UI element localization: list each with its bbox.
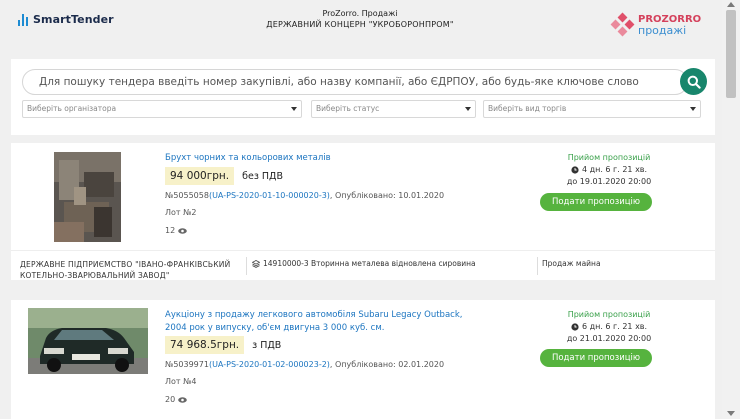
header: SmartTender ProZorro. Продажі ДЕРЖАВНИЙ … (0, 0, 722, 48)
smarttender-logo[interactable]: SmartTender (18, 13, 114, 26)
lot-deadline: до 19.01.2020 20:00 (566, 177, 652, 186)
lot-status-label: Прийом пропозицій (567, 310, 651, 319)
lot-number: №5055058 (165, 191, 209, 200)
scroll-down-arrow-icon[interactable] (727, 411, 735, 416)
brand-name: SmartTender (33, 13, 114, 26)
lot-card: Аукціону з продажу легкового автомобіля … (11, 300, 715, 419)
lot-deadline: до 21.01.2020 20:00 (566, 334, 652, 343)
divider (537, 257, 538, 275)
lot-price-row: 94 000грн. без ПДВ (165, 167, 283, 185)
lot-id-link[interactable]: (UA-PS-2020-01-10-000020-3) (209, 191, 330, 200)
lot-status-label: Прийом пропозицій (567, 153, 651, 162)
lot-id-link[interactable]: (UA-PS-2020-01-02-000023-2) (209, 360, 330, 369)
lot-time-left: 6 дн. 6 г. 21 хв. (539, 322, 679, 331)
clock-icon (571, 322, 579, 331)
lot-vat: без ПДВ (242, 170, 283, 182)
lot-status: Прийом пропозицій 4 дн. 6 г. 21 хв. до 1… (539, 153, 679, 186)
lot-photo[interactable] (54, 152, 121, 242)
header-subtitle: ProZorro. Продажі (322, 9, 398, 18)
lot-views: 20 (165, 395, 187, 404)
eye-icon (178, 396, 187, 403)
scrollbar[interactable] (722, 0, 740, 419)
lot-views-count: 12 (165, 226, 176, 235)
lot-label: Лот №2 (165, 208, 197, 217)
layers-icon (252, 259, 260, 268)
search-input[interactable] (22, 69, 688, 95)
status-select[interactable]: Виберіть статус (311, 100, 476, 118)
lot-number: №5039971 (165, 360, 209, 369)
clock-icon (571, 165, 579, 174)
lot-photo[interactable] (28, 308, 148, 374)
chevron-down-icon (690, 107, 696, 111)
lot-published: , Опубліковано: 10.01.2020 (329, 191, 445, 200)
car-image (28, 308, 148, 374)
prozorro-logo[interactable]: PROZORRO продажі (610, 12, 702, 37)
lot-views: 12 (165, 226, 187, 235)
lot-views-count: 20 (165, 395, 176, 404)
lot-title[interactable]: Брухт чорних та кольорових металів (165, 152, 485, 165)
lot-title[interactable]: Аукціону з продажу легкового автомобіля … (165, 309, 485, 335)
submit-bid-button[interactable]: Подати пропозицію (540, 193, 652, 211)
lot-meta: №5055058(UA-PS-2020-01-10-000020-3), Опу… (165, 191, 444, 200)
lot-vat: з ПДВ (252, 339, 282, 351)
chevron-down-icon (291, 107, 297, 111)
lot-time-left-text: 4 дн. 6 г. 21 хв. (581, 165, 648, 174)
lot-time-left: 4 дн. 6 г. 21 хв. (539, 165, 679, 174)
prozorro-logo-text: PROZORRO (638, 13, 702, 25)
search-button[interactable] (680, 68, 707, 95)
scroll-up-arrow-icon[interactable] (727, 2, 735, 7)
lot-cpv-text: 14910000-3 Вторинна металева відновлена … (263, 259, 476, 268)
submit-bid-button[interactable]: Подати пропозицію (540, 349, 652, 367)
auction-type-select-placeholder: Виберіть вид торгів (488, 104, 567, 113)
lot-footer: ДЕРЖАВНЕ ПІДПРИЄМСТВО "ІВАНО-ФРАНКІВСЬКИ… (11, 250, 715, 280)
divider (246, 257, 247, 275)
lot-status: Прийом пропозицій 6 дн. 6 г. 21 хв. до 2… (539, 310, 679, 343)
header-title: ProZorro. Продажі ДЕРЖАВНИЙ КОНЦЕРН "УКР… (230, 9, 490, 29)
smarttender-logo-icon (18, 13, 28, 26)
prozorro-logo-icon (610, 12, 635, 37)
lot-price: 74 968.5грн. (165, 336, 245, 354)
scrap-metal-image (54, 152, 121, 242)
lot-kind: Продаж майна (542, 259, 601, 268)
header-organizer: ДЕРЖАВНИЙ КОНЦЕРН "УКРОБОРОНПРОМ" (266, 20, 454, 29)
auction-type-select[interactable]: Виберіть вид торгів (483, 100, 701, 118)
lot-price-row: 74 968.5грн. з ПДВ (165, 336, 281, 354)
lot-organizer[interactable]: ДЕРЖАВНЕ ПІДПРИЄМСТВО "ІВАНО-ФРАНКІВСЬКИ… (20, 259, 242, 281)
chevron-down-icon (465, 107, 471, 111)
eye-icon (178, 227, 187, 234)
lot-cpv: 14910000-3 Вторинна металева відновлена … (252, 259, 476, 268)
status-select-placeholder: Виберіть статус (316, 104, 380, 113)
prozorro-logo-subtext: продажі (638, 23, 687, 37)
search-icon (687, 75, 701, 89)
lot-price: 94 000грн. (165, 167, 235, 185)
lot-label: Лот №4 (165, 377, 197, 386)
scrollbar-thumb[interactable] (726, 10, 736, 98)
search-panel: Виберіть організатора Виберіть статус Ви… (11, 59, 715, 135)
lot-card: Брухт чорних та кольорових металів 94 00… (11, 143, 715, 280)
organizer-select-placeholder: Виберіть організатора (27, 104, 117, 113)
organizer-select[interactable]: Виберіть організатора (22, 100, 302, 118)
page: SmartTender ProZorro. Продажі ДЕРЖАВНИЙ … (0, 0, 722, 419)
lot-meta: №5039971(UA-PS-2020-01-02-000023-2), Опу… (165, 360, 444, 369)
lot-time-left-text: 6 дн. 6 г. 21 хв. (581, 322, 648, 331)
lot-published: , Опубліковано: 02.01.2020 (329, 360, 445, 369)
